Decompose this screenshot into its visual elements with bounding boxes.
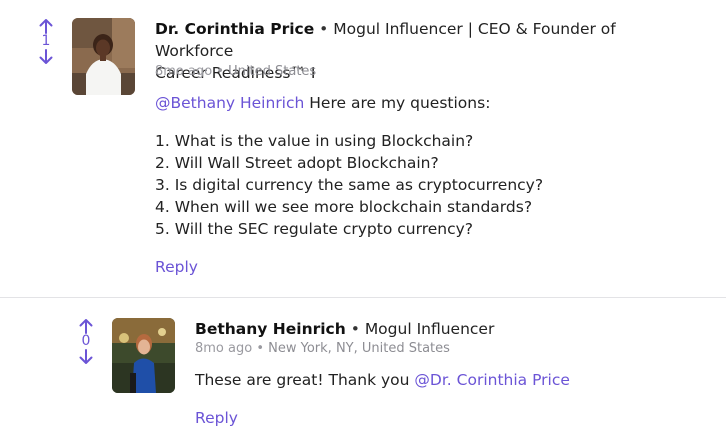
- location: New York, NY, United States: [268, 341, 450, 356]
- timestamp: 8mo ago: [195, 341, 253, 356]
- list-item: 3. Is digital currency the same as crypt…: [155, 176, 544, 194]
- comment-intro: @Bethany Heinrich Here are my questions:: [155, 92, 490, 114]
- header-separator: •: [350, 320, 360, 338]
- reply-body: These are great! Thank you: [195, 371, 415, 389]
- reply-button[interactable]: Reply: [155, 258, 198, 276]
- avatar-photo-icon: [112, 318, 175, 393]
- mention-link[interactable]: @Bethany Heinrich: [155, 94, 304, 112]
- mention-link[interactable]: @Dr. Corinthia Price: [414, 371, 570, 389]
- vote-widget: 1: [36, 18, 56, 65]
- meta-separator: •: [256, 341, 265, 356]
- author-title: Mogul Influencer: [364, 320, 495, 338]
- list-item: 1. What is the value in using Blockchain…: [155, 132, 474, 150]
- reply-text: These are great! Thank you @Dr. Corinthi…: [195, 369, 570, 391]
- intro-text: Here are my questions:: [304, 94, 491, 112]
- reply-header: Bethany Heinrich • Mogul Influencer: [195, 318, 695, 340]
- comment-meta: 8mo ago • United States: [155, 64, 316, 79]
- avatar-photo-icon: [72, 18, 135, 95]
- author-name[interactable]: Bethany Heinrich: [195, 320, 346, 338]
- downvote-arrow-icon[interactable]: [36, 49, 56, 65]
- list-item: 4. When will we see more blockchain stan…: [155, 198, 533, 216]
- timestamp: 8mo ago: [155, 64, 213, 79]
- location: United States: [228, 64, 317, 79]
- question-list: 1. What is the value in using Blockchain…: [155, 130, 543, 240]
- header-separator: •: [319, 20, 329, 38]
- downvote-arrow-icon[interactable]: [76, 349, 96, 365]
- avatar[interactable]: [72, 18, 135, 95]
- meta-separator: •: [216, 64, 225, 79]
- avatar[interactable]: [112, 318, 175, 393]
- reply-button[interactable]: Reply: [195, 409, 238, 427]
- vote-count: 0: [81, 333, 91, 349]
- author-name[interactable]: Dr. Corinthia Price: [155, 20, 314, 38]
- vote-count: 1: [41, 33, 51, 49]
- vote-widget: 0: [76, 318, 96, 365]
- reply-meta: 8mo ago • New York, NY, United States: [195, 341, 450, 356]
- divider: [0, 297, 726, 298]
- upvote-arrow-icon[interactable]: [36, 18, 56, 34]
- list-item: 5. Will the SEC regulate crypto currency…: [155, 220, 474, 238]
- list-item: 2. Will Wall Street adopt Blockchain?: [155, 154, 439, 172]
- upvote-arrow-icon[interactable]: [76, 318, 96, 334]
